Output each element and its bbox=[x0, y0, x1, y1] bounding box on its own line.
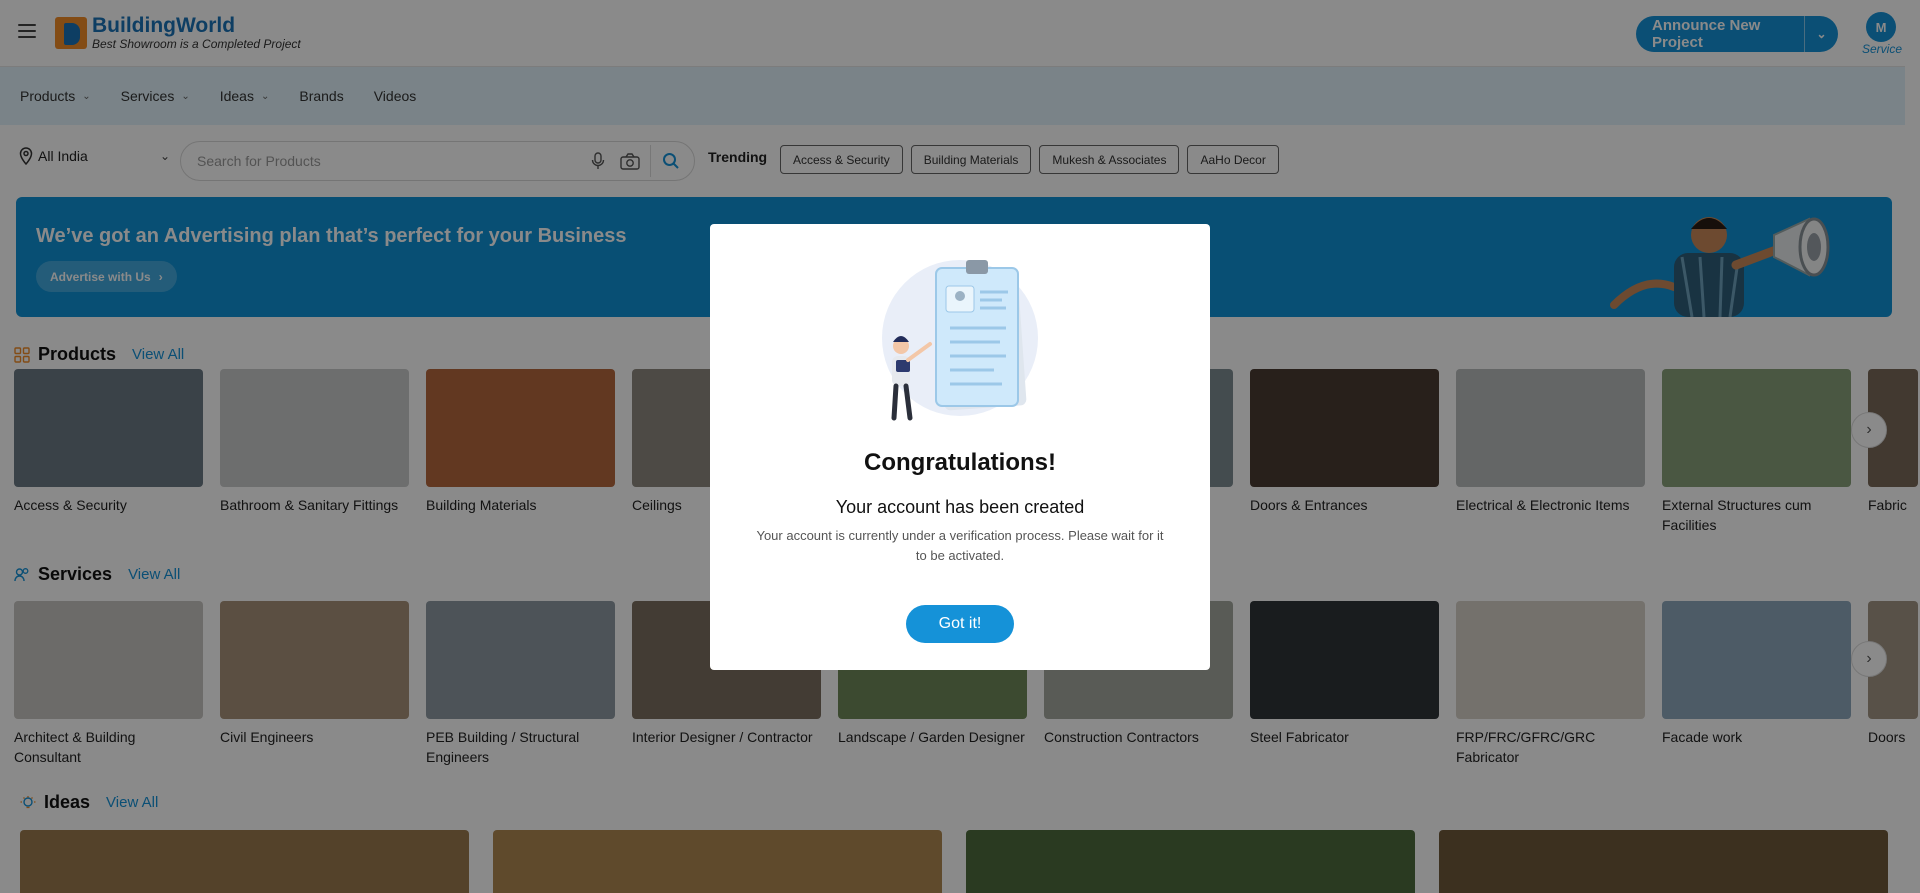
got-it-button[interactable]: Got it! bbox=[906, 605, 1014, 643]
dialog-description: Your account is currently under a verifi… bbox=[756, 528, 1164, 563]
clipboard-illustration bbox=[882, 260, 1038, 421]
dialog-title: Congratulations! bbox=[864, 449, 1056, 476]
dialog-subtitle: Your account has been created bbox=[835, 497, 1085, 517]
account-created-dialog: Congratulations! Your account has been c… bbox=[710, 224, 1210, 670]
